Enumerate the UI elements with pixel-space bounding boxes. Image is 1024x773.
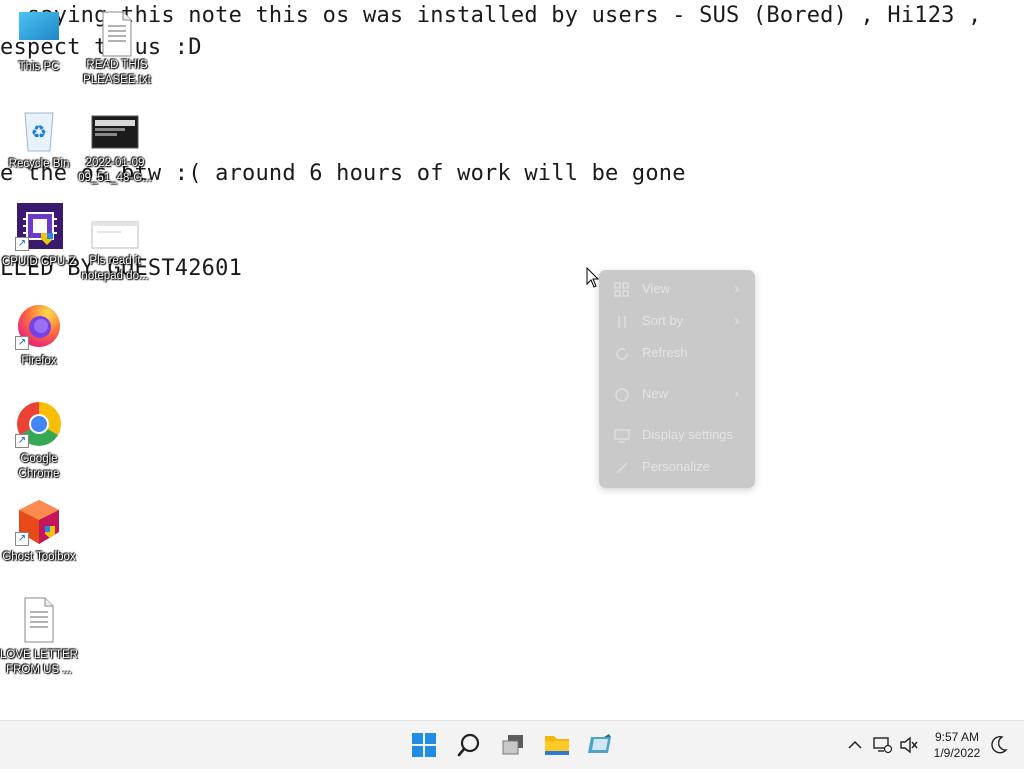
mouse-cursor-icon: [586, 266, 600, 293]
shortcut-arrow-icon: ↗: [15, 532, 29, 546]
shortcut-arrow-icon: ↗: [15, 434, 29, 448]
chrome-icon: ↗: [15, 400, 63, 448]
chevron-up-button[interactable]: [845, 721, 865, 769]
ghost-toolbox-icon: ↗: [15, 498, 63, 546]
start-button[interactable]: [406, 727, 442, 763]
recycle-bin-icon: ♻: [15, 107, 63, 155]
this-pc-icon: [15, 10, 63, 58]
network-button[interactable]: [871, 721, 893, 769]
menu-item-label: Personalize: [642, 459, 710, 474]
desktop-icon-notepad-doc[interactable]: Pls read it notepad do...: [75, 218, 155, 284]
desktop-icon-label: Recycle Bin: [8, 158, 70, 170]
chevron-right-icon: ›: [734, 280, 739, 296]
desktop-icon-this-pc[interactable]: This PC: [0, 10, 79, 75]
sort-icon: [614, 314, 630, 330]
desktop-icon-label: Firefox: [21, 355, 57, 367]
task-view-icon: [502, 735, 523, 755]
desktop-icon-cpuz[interactable]: ↗ CPUID CPU-Z: [0, 203, 79, 270]
text-file-icon: [93, 10, 141, 58]
desktop-icon-ghost-toolbox[interactable]: ↗ Ghost Toolbox: [0, 498, 79, 565]
menu-item-display-settings[interactable]: Display settings: [599, 421, 755, 451]
desktop-icon-label: CPUID CPU-Z: [1, 256, 77, 268]
desktop-icon-screenshot[interactable]: 2022-01-09 09_51_48-G...: [75, 112, 155, 186]
desktop-icon-recycle-bin[interactable]: ♻ Recycle Bin: [0, 107, 79, 172]
view-grid-icon: [614, 282, 630, 298]
desktop-icon-love-letter[interactable]: LOVE LETTER FROM US ...: [0, 596, 79, 678]
menu-item-refresh[interactable]: Refresh: [599, 339, 755, 369]
chevron-up-icon: [848, 740, 862, 749]
chevron-right-icon: ›: [734, 385, 739, 401]
menu-item-sort-by[interactable]: Sort by ›: [599, 307, 755, 337]
display-icon: [614, 428, 630, 444]
brush-icon: [614, 460, 630, 476]
desktop-icon-chrome[interactable]: ↗ Google Chrome: [0, 400, 79, 482]
new-icon: [614, 387, 630, 403]
text-file-icon: [15, 596, 63, 644]
desktop-icon-label: Ghost Toolbox: [2, 551, 76, 563]
clock-date: 1/9/2022: [933, 746, 981, 760]
desktop-icon-label: This PC: [18, 61, 60, 73]
desktop-icon-read-this[interactable]: READ THIS PLEASEE.txt: [77, 10, 157, 88]
app-icon: [588, 734, 611, 753]
night-light-icon: [991, 736, 1008, 754]
task-view-button[interactable]: [495, 727, 531, 763]
search-button[interactable]: [451, 727, 487, 763]
menu-item-label: New: [642, 386, 669, 401]
taskbar-clock[interactable]: 9:57 AM 1/9/2022: [926, 729, 988, 761]
firefox-icon: ↗: [15, 302, 63, 350]
menu-item-label: View: [642, 281, 670, 296]
search-icon: [457, 733, 480, 757]
volume-muted-icon: [900, 736, 918, 754]
desktop-icon-label: LOVE LETTER FROM US ...: [0, 649, 78, 676]
notepad-doc-icon: [91, 218, 139, 252]
refresh-icon: [614, 346, 630, 362]
svg-text:♻: ♻: [31, 122, 47, 143]
menu-item-label: Display settings: [642, 427, 734, 442]
shortcut-arrow-icon: ↗: [15, 237, 29, 251]
desktop-icon-label: Pls read it notepad do...: [81, 255, 149, 282]
menu-item-new[interactable]: New ›: [599, 380, 755, 410]
night-light-button[interactable]: [988, 721, 1010, 769]
desktop-icon-label: 2022-01-09 09_51_48-G...: [78, 157, 152, 184]
menu-item-personalize[interactable]: Personalize: [599, 453, 755, 483]
desktop-context-menu: View › Sort by › Refresh New › Display s…: [599, 270, 755, 488]
chevron-right-icon: ›: [734, 312, 739, 328]
menu-item-label: Sort by: [642, 313, 684, 328]
menu-item-label: Refresh: [642, 345, 688, 360]
menu-item-view[interactable]: View ›: [599, 275, 755, 305]
app-button[interactable]: [582, 727, 618, 763]
clock-time: 9:57 AM: [934, 730, 980, 744]
file-explorer-button[interactable]: [539, 727, 575, 763]
screenshot-thumbnail-icon: [91, 112, 139, 152]
desktop-icon-firefox[interactable]: ↗ Firefox: [0, 302, 79, 369]
cpuz-icon: ↗: [15, 203, 63, 251]
network-icon: [873, 737, 893, 754]
volume-button[interactable]: [898, 721, 920, 769]
shortcut-arrow-icon: ↗: [15, 336, 29, 350]
desktop-icon-label: Google Chrome: [18, 453, 60, 480]
file-explorer-icon: [545, 736, 569, 755]
start-icon: [412, 733, 436, 757]
taskbar: 9:57 AM 1/9/2022: [0, 720, 1024, 769]
desktop-icon-label: READ THIS PLEASEE.txt: [83, 59, 151, 86]
